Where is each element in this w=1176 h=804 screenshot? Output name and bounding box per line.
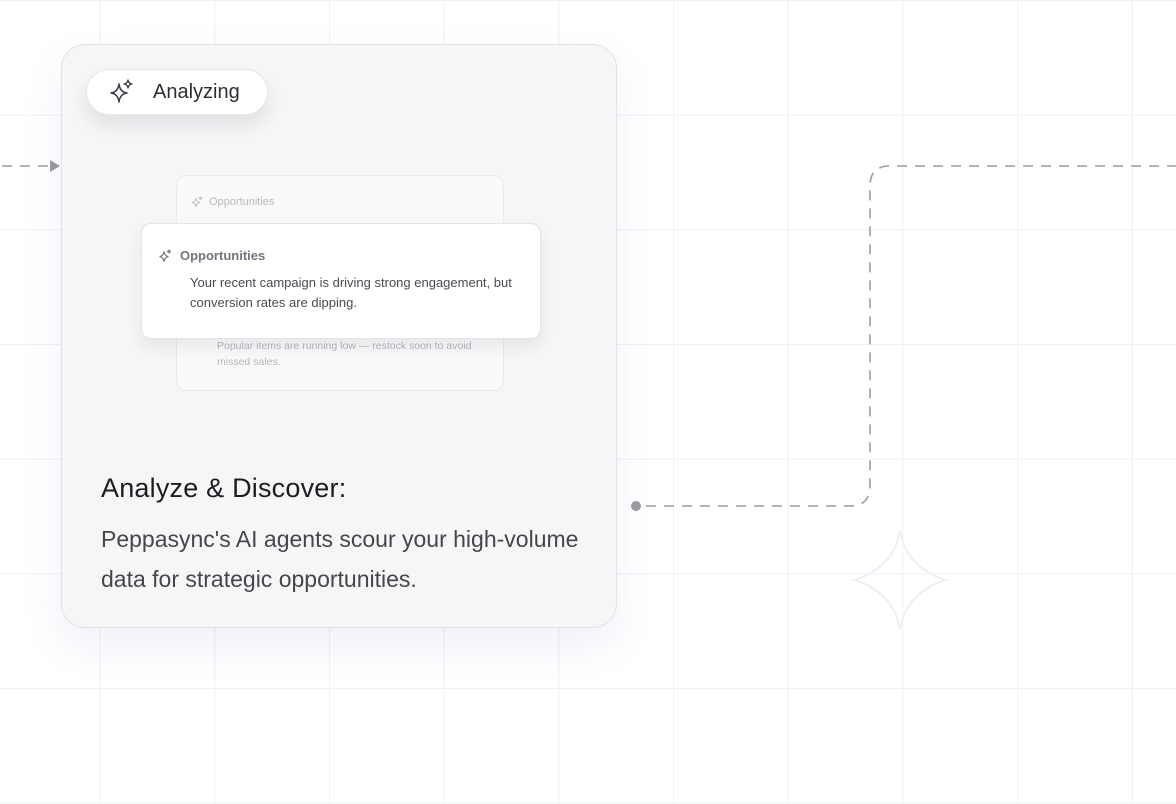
insight-text: Your recent campaign is driving strong e… [190, 275, 512, 310]
sparkle-watermark-icon [850, 529, 950, 631]
step-title: Analyze & Discover: [101, 473, 347, 503]
insight-heading: Opportunities [180, 248, 266, 263]
insight-card-header: Opportunities [158, 248, 265, 263]
outgoing-connector [631, 165, 1176, 511]
sparkle-icon [109, 79, 135, 105]
insight-heading: Opportunities [209, 196, 275, 208]
step-description: Peppasync's AI agents scour your high-vo… [101, 526, 579, 592]
connector-dot [631, 501, 641, 511]
sparkle-icon [159, 249, 171, 262]
analyzing-status-pill: Analyzing [86, 69, 268, 115]
insight-card-header: Opportunities [191, 196, 274, 208]
status-label: Analyzing [153, 80, 240, 103]
analyze-step-card: Analyzing Opportunities Popular items ar… [61, 44, 617, 628]
incoming-connector [2, 160, 60, 172]
arrow-head-icon [50, 160, 60, 172]
insight-card-opportunities: Opportunities Your recent campaign is dr… [141, 223, 541, 339]
sparkle-icon [191, 196, 203, 208]
insight-text: Popular items are running low — restock … [217, 340, 472, 368]
